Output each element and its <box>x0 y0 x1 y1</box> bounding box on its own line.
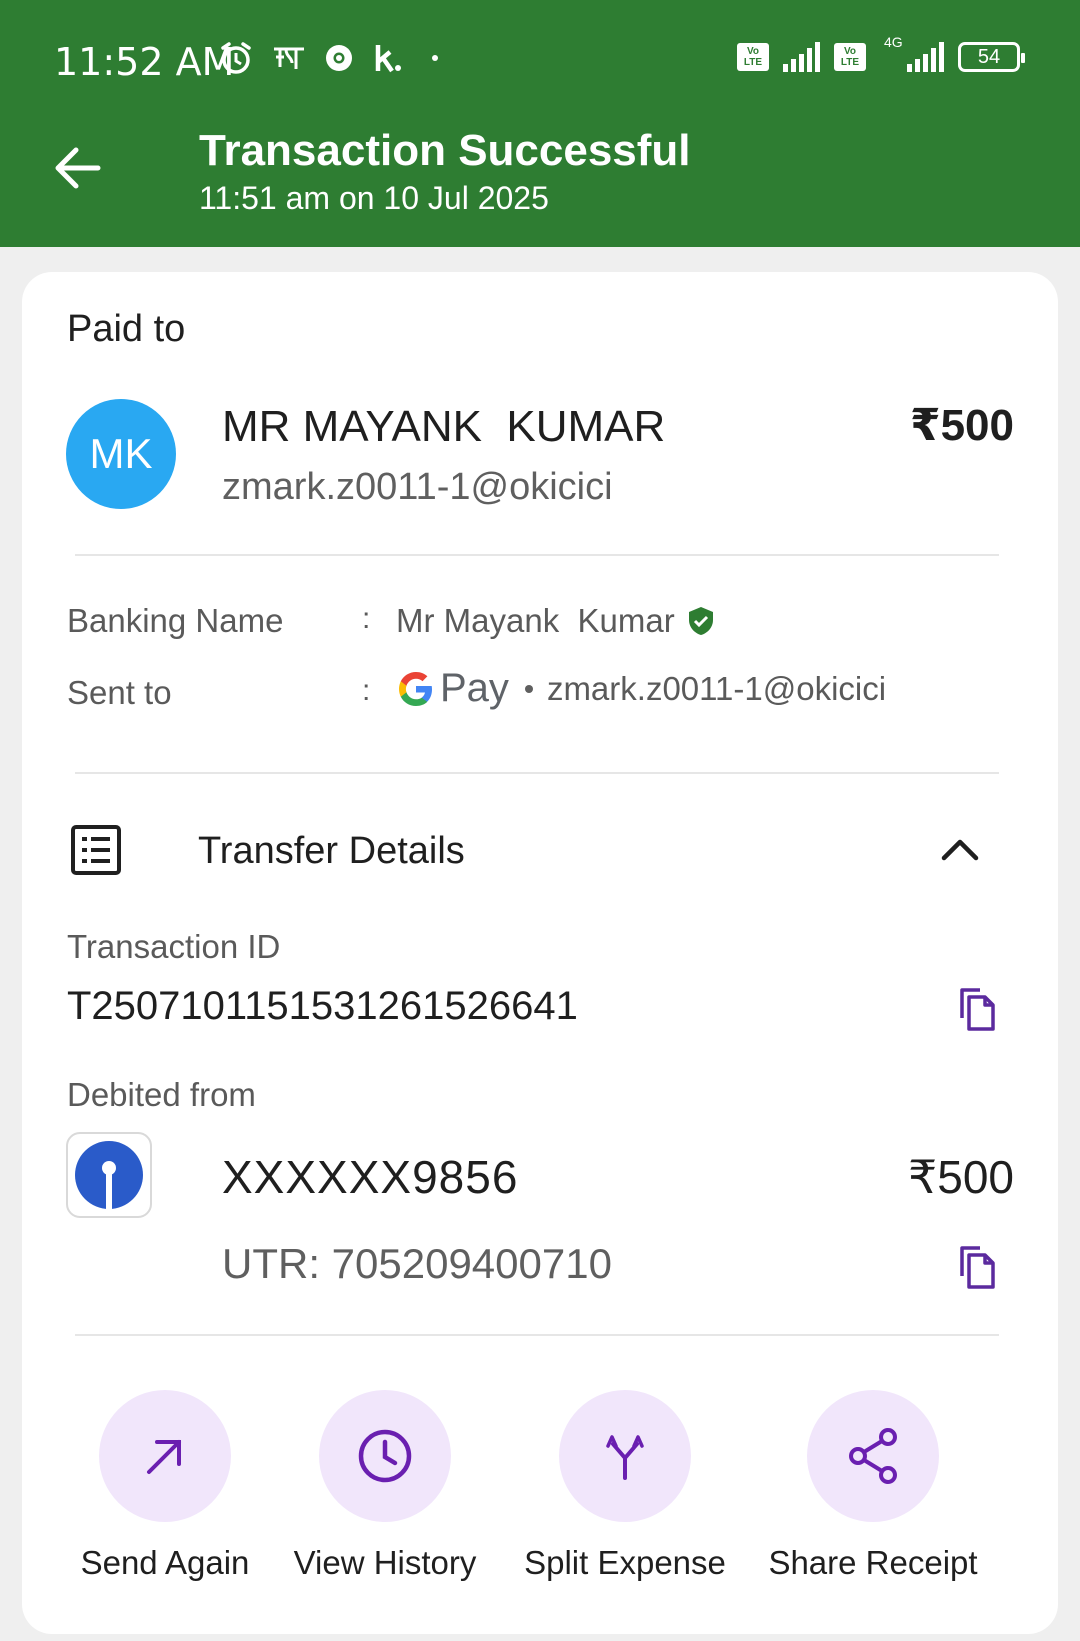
banking-name-label: Banking Name <box>67 602 284 639</box>
split-expense-button[interactable]: Split Expense <box>510 1390 740 1582</box>
chevron-up-icon <box>941 839 979 861</box>
signal-icon <box>783 42 820 72</box>
send-again-icon-circle <box>99 1390 231 1522</box>
payee-name: MR MAYANK KUMAR <box>222 402 666 451</box>
sbi-logo-icon <box>75 1141 143 1209</box>
split-expense-label: Split Expense <box>524 1544 726 1581</box>
share-receipt-button[interactable]: Share Receipt <box>758 1390 988 1582</box>
volte-icon: Vo LTE <box>737 43 769 71</box>
account-number: XXXXXX9856 <box>222 1151 519 1203</box>
send-again-button[interactable]: Send Again <box>50 1390 280 1582</box>
split-icon <box>606 1435 644 1480</box>
separator: : <box>362 602 371 635</box>
avatar: MK <box>66 399 176 509</box>
send-again-label: Send Again <box>80 1544 250 1581</box>
app-header: 11:52 AM Vo LTE Vo LTE 4G 54 Transaction… <box>0 0 1080 247</box>
receipt-list-icon <box>71 825 121 875</box>
utr-number: UTR: 705209400710 <box>222 1240 612 1287</box>
sent-to-label: Sent to <box>67 674 172 711</box>
arrow-up-right-icon <box>147 1440 181 1474</box>
share-icon <box>849 1428 897 1484</box>
divider <box>75 1334 999 1336</box>
google-pay-logo: Pay <box>396 666 509 711</box>
view-history-label: View History <box>293 1544 477 1581</box>
verified-shield-icon <box>687 606 715 636</box>
alarm-icon <box>218 40 254 76</box>
k-app-icon <box>372 43 402 73</box>
paid-amount: ₹500 <box>909 401 1014 450</box>
debited-amount: ₹500 <box>907 1151 1014 1203</box>
bullet-separator <box>524 684 533 693</box>
action-bar: Send Again View History Split Expense Sh… <box>22 1390 1058 1610</box>
share-receipt-label: Share Receipt <box>768 1544 978 1581</box>
share-receipt-icon-circle <box>807 1390 939 1522</box>
signal-4g: 4G <box>880 34 944 72</box>
transaction-id-label: Transaction ID <box>67 928 281 965</box>
view-history-button[interactable]: View History <box>270 1390 500 1582</box>
divider <box>75 554 999 556</box>
chrome-icon <box>324 43 354 73</box>
divider <box>75 772 999 774</box>
arrow-left-icon <box>55 147 101 189</box>
transfer-details-title: Transfer Details <box>198 830 465 872</box>
status-bar: 11:52 AM Vo LTE Vo LTE 4G 54 <box>0 34 1080 94</box>
google-g-icon <box>399 671 432 706</box>
google-pay-label: Pay <box>440 666 509 710</box>
transaction-id: T2507101151531261526641 <box>67 984 578 1028</box>
more-dot-icon <box>420 43 450 73</box>
battery-icon: 54 <box>958 42 1025 72</box>
back-button[interactable] <box>48 138 108 198</box>
copy-icon <box>960 1246 995 1289</box>
sent-to-vpa: zmark.z0011-1@okicici <box>546 669 887 707</box>
split-expense-icon-circle <box>559 1390 691 1522</box>
copy-utr-button[interactable] <box>952 1242 1002 1292</box>
page-title: Transaction Successful <box>199 126 691 175</box>
battery-level: 54 <box>977 45 1001 68</box>
bank-logo <box>66 1132 152 1218</box>
signal-icon-2 <box>907 42 944 72</box>
transaction-datetime: 11:51 am on 10 Jul 2025 <box>199 180 549 216</box>
status-time: 11:52 AM <box>54 40 235 84</box>
volte-icon-2: Vo LTE <box>834 43 866 71</box>
clock-icon <box>358 1429 412 1483</box>
separator: : <box>362 674 371 707</box>
system-icons: Vo LTE Vo LTE 4G 54 <box>737 34 1025 72</box>
banking-name-value: Mr Mayank Kumar <box>396 602 715 640</box>
transaction-card: Paid to MK MR MAYANK KUMAR zmark.z0011-1… <box>22 272 1058 1634</box>
hindi-app-icon <box>272 43 306 73</box>
network-type-label: 4G <box>884 34 903 50</box>
view-history-icon-circle <box>319 1390 451 1522</box>
transfer-details-toggle[interactable]: Transfer Details <box>66 812 1014 892</box>
debited-from-label: Debited from <box>67 1076 256 1113</box>
payee-vpa: zmark.z0011-1@okicici <box>222 466 613 508</box>
notification-icons <box>218 40 450 76</box>
paid-to-label: Paid to <box>67 308 186 350</box>
sent-to-value: Pay zmark.z0011-1@okicici <box>396 666 886 711</box>
copy-transaction-id-button[interactable] <box>952 984 1002 1034</box>
copy-icon <box>960 988 995 1031</box>
